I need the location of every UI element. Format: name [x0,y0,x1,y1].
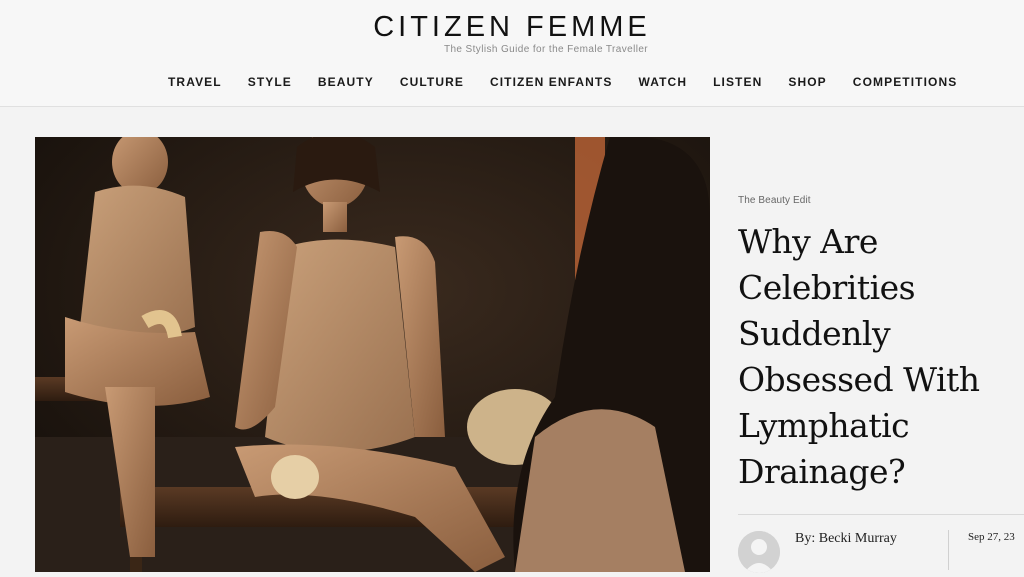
hero-image[interactable] [35,137,710,572]
title-line: Suddenly [738,314,891,353]
author-name[interactable]: By: Becki Murray [795,531,897,547]
user-avatar-icon [738,531,780,573]
title-line: Celebrities [738,268,916,307]
nav-item-beauty[interactable]: BEAUTY [318,74,374,92]
divider [738,514,1024,515]
title-line: Why Are [738,222,878,261]
nav-item-travel[interactable]: TRAVEL [168,74,222,92]
title-line: Lymphatic [738,406,910,445]
meta-separator [948,530,949,570]
hero-photo-illustration [35,137,710,572]
nav-item-shop[interactable]: SHOP [788,74,826,92]
nav-item-culture[interactable]: CULTURE [400,74,464,92]
nav-item-citizen-enfants[interactable]: CITIZEN ENFANTS [490,74,613,92]
title-line: Drainage? [738,452,906,491]
nav-item-style[interactable]: STYLE [248,74,292,92]
article-category[interactable]: The Beauty Edit [738,195,811,206]
nav-item-competitions[interactable]: COMPETITIONS [853,74,958,92]
nav-item-watch[interactable]: WATCH [638,74,687,92]
site-logo[interactable]: CITIZEN FEMME [0,10,1024,44]
site-tagline: The Stylish Guide for the Female Travell… [443,44,649,55]
nav-item-listen[interactable]: LISTEN [713,74,762,92]
author-avatar[interactable] [738,531,780,573]
article-title[interactable]: Why Are Celebrities Suddenly Obsessed Wi… [738,219,1018,495]
publish-date: Sep 27, 23 [968,531,1015,543]
main-nav: TRAVEL STYLE BEAUTY CULTURE CITIZEN ENFA… [168,74,983,92]
site-header: CITIZEN FEMME The Stylish Guide for the … [0,0,1024,107]
title-line: Obsessed With [738,360,980,399]
